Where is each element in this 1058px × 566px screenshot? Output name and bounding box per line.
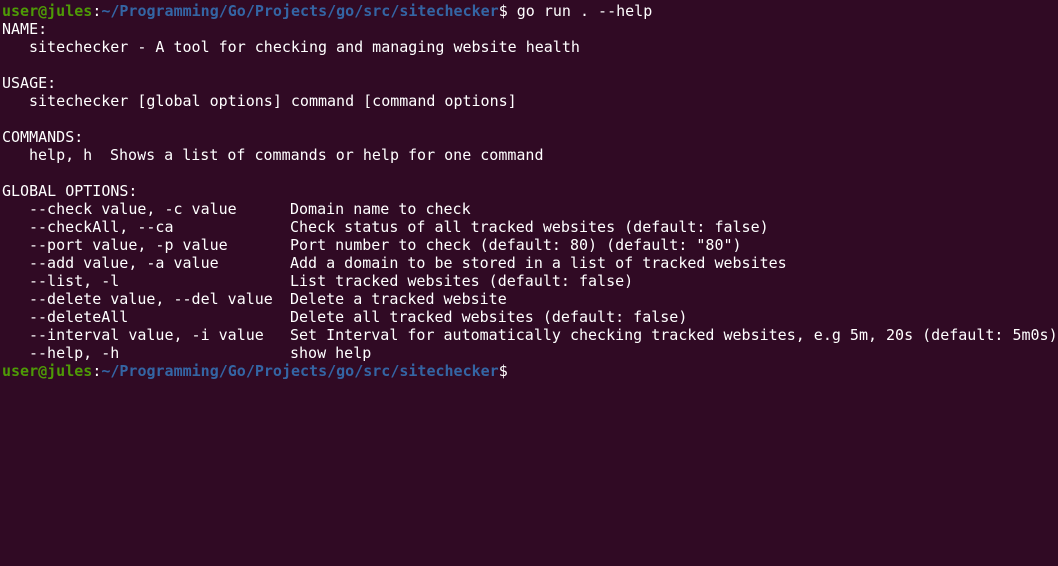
option-row-deleteall: --deleteAll Delete all tracked websites (… <box>2 308 1058 326</box>
option-row-list: --list, -l List tracked websites (default… <box>2 272 1058 290</box>
option-flag: --help, -h <box>29 344 120 362</box>
name-line: sitechecker - A tool for checking and ma… <box>2 38 1058 56</box>
prompt-separator: : <box>92 2 102 20</box>
name-header: NAME: <box>2 20 48 38</box>
option-flag: --delete value, --del value <box>29 290 273 308</box>
option-flag: --checkAll, --ca <box>29 218 174 236</box>
prompt-dollar: $ <box>498 362 508 380</box>
option-row-check: --check value, -c value Domain name to ch… <box>2 200 1058 218</box>
option-row-help: --help, -h show help <box>2 344 1058 362</box>
prompt-line-1: user@jules:~/Programming/Go/Projects/go/… <box>2 2 1058 20</box>
prompt-line-2[interactable]: user@jules:~/Programming/Go/Projects/go/… <box>2 362 1058 380</box>
option-desc: show help <box>290 344 372 362</box>
usage-header: USAGE: <box>2 74 57 92</box>
options-header: GLOBAL OPTIONS: <box>2 182 138 200</box>
prompt-user-host: user@jules <box>2 2 93 20</box>
usage-text: sitechecker [global options] command [co… <box>29 92 517 110</box>
option-flag: --list, -l <box>29 272 120 290</box>
option-desc: Port number to check (default: 80) (defa… <box>290 236 742 254</box>
prompt-separator: : <box>92 362 102 380</box>
option-flag: --interval value, -i value <box>29 326 264 344</box>
prompt-path: ~/Programming/Go/Projects/go/src/siteche… <box>101 362 499 380</box>
prompt-dollar: $ <box>498 2 508 20</box>
option-flag: --add value, -a value <box>29 254 219 272</box>
name-text: sitechecker - A tool for checking and ma… <box>29 38 580 56</box>
option-desc: Domain name to check <box>290 200 471 218</box>
option-row-add: --add value, -a value Add a domain to be … <box>2 254 1058 272</box>
option-row-interval: --interval value, -i value Set Interval f… <box>2 326 1058 344</box>
option-desc: List tracked websites (default: false) <box>290 272 634 290</box>
entered-command: go run . --help <box>507 2 653 20</box>
option-desc: Add a domain to be stored in a list of t… <box>290 254 787 272</box>
commands-header: COMMANDS: <box>2 128 84 146</box>
command-name: help, h <box>29 146 93 164</box>
option-desc: Delete all tracked websites (default: fa… <box>290 308 688 326</box>
option-flag: --deleteAll <box>29 308 129 326</box>
prompt-user-host: user@jules <box>2 362 93 380</box>
option-row-delete: --delete value, --del value Delete a trac… <box>2 290 1058 308</box>
option-desc: Delete a tracked website <box>290 290 507 308</box>
option-desc: Set Interval for automatically checking … <box>290 326 1058 344</box>
command-row: help, h Shows a list of commands or help … <box>2 146 1058 164</box>
option-flag: --check value, -c value <box>29 200 237 218</box>
option-row-port: --port value, -p value Port number to che… <box>2 236 1058 254</box>
option-desc: Check status of all tracked websites (de… <box>290 218 769 236</box>
option-flag: --port value, -p value <box>29 236 228 254</box>
prompt-path: ~/Programming/Go/Projects/go/src/siteche… <box>101 2 499 20</box>
terminal-window[interactable]: user@jules:~/Programming/Go/Projects/go/… <box>0 0 1058 566</box>
command-desc: Shows a list of commands or help for one… <box>110 146 544 164</box>
usage-line: sitechecker [global options] command [co… <box>2 92 1058 110</box>
option-row-checkall: --checkAll, --ca Check status of all trac… <box>2 218 1058 236</box>
